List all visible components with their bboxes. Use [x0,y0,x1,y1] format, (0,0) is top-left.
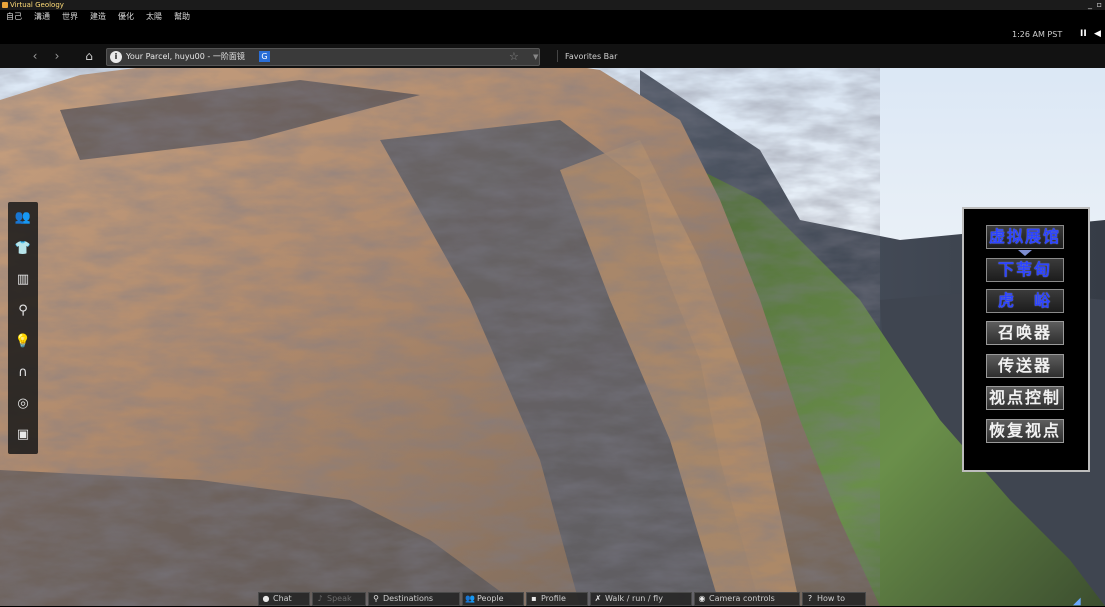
menu-bar: 自己 溝通 世界 建造 優化 太陽 幫助 1:26 AM PST II ◀ [0,10,1105,44]
chevron-down-icon[interactable]: ▼ [533,49,538,65]
divider [557,50,558,62]
shirt-icon[interactable]: 👕 [8,235,38,263]
menu-item-self[interactable]: 自己 [6,10,22,23]
info-icon[interactable]: i [110,51,122,63]
people-label: People [477,594,504,603]
menu-item-sun[interactable]: 太陽 [146,10,162,23]
sound-wave-icon[interactable]: ◢ [1073,596,1081,607]
back-button[interactable]: ‹ [26,48,44,64]
menu-item-communicate[interactable]: 溝通 [34,10,50,23]
parcel-name: Your Parcel, huyu00 - 一阶面镜 [126,52,245,61]
window-title: Virtual Geology [10,1,64,9]
how-to-button[interactable]: ? How to [802,592,866,606]
walk-run-fly-button[interactable]: ✗ Walk / run / fly [590,592,692,606]
eye-icon: ◉ [698,594,706,603]
bottom-toolbar: ● Chat ♪ Speak ⚲ Destinations 👥 People ▪ Prof… [258,591,866,606]
3d-viewport[interactable] [0,0,1105,606]
window-controls[interactable]: _ ▫ [1088,0,1103,10]
chat-icon: ● [262,594,270,603]
window-title-bar: Virtual Geology _ ▫ [0,0,1105,10]
hud-button-xiaweidian[interactable]: 下苇甸 [986,258,1064,282]
hud-button-huyu[interactable]: 虎 峪 [986,289,1064,313]
light-icon[interactable]: 💡 [8,328,38,356]
navigation-bar: ‹ › ⌂ i Your Parcel, huyu00 - 一阶面镜 G ☆ ▼… [0,44,1105,68]
location-bar[interactable]: i Your Parcel, huyu00 - 一阶面镜 G ☆ ▼ [106,48,540,66]
destinations-button[interactable]: ⚲ Destinations [368,592,460,606]
chat-label: Chat [273,594,292,603]
headset-icon[interactable]: ∩ [8,359,38,387]
camera-label: Camera controls [709,594,775,603]
map-icon[interactable]: ▥ [8,266,38,294]
favorites-bar[interactable]: Favorites Bar [565,52,617,61]
search-icon[interactable]: ⚲ [8,297,38,325]
hud-button-teleporter[interactable]: 传送器 [986,354,1064,378]
left-toolbar: 👥 👕 ▥ ⚲ 💡 ∩ ◎ ▣ [8,202,38,454]
menu-item-optimize[interactable]: 優化 [118,10,134,23]
chinese-hud-panel: 虚拟展馆 下苇甸 虎 峪 召唤器 传送器 视点控制 恢复视点 [962,207,1090,472]
hud-button-summoner[interactable]: 召唤器 [986,321,1064,345]
profile-button[interactable]: ▪ Profile [526,592,588,606]
star-icon[interactable]: ☆ [509,49,519,65]
hud-button-virtual-museum[interactable]: 虚拟展馆 [986,225,1064,249]
chat-button[interactable]: ● Chat [258,592,310,606]
app-icon [2,2,8,8]
speak-label: Speak [327,594,352,603]
menu-item-world[interactable]: 世界 [62,10,78,23]
hud-button-view-control[interactable]: 视点控制 [986,386,1064,410]
people-icon[interactable]: 👥 [8,204,38,232]
destinations-label: Destinations [383,594,434,603]
people-button[interactable]: 👥 People [462,592,524,606]
pause-icon[interactable]: II [1080,29,1087,39]
walk-icon: ✗ [594,594,602,603]
profile-icon: ▪ [531,594,537,603]
menu-items: 自己 溝通 世界 建造 優化 太陽 幫助 [6,10,202,23]
radio-icon[interactable]: ◎ [8,390,38,418]
chevron-down-icon [1018,250,1032,256]
home-icon[interactable]: ⌂ [80,48,98,64]
mic-icon: ♪ [317,594,323,603]
hud-button-reset-view[interactable]: 恢复视点 [986,419,1064,443]
speak-button[interactable]: ♪ Speak [312,592,366,606]
volume-icon[interactable]: ◀ [1094,29,1101,39]
forward-button[interactable]: › [48,48,66,64]
parcel-badge: G [259,51,270,62]
menu-item-build[interactable]: 建造 [90,10,106,23]
camera-icon[interactable]: ▣ [8,421,38,449]
menu-item-help[interactable]: 幫助 [174,10,190,23]
walk-label: Walk / run / fly [605,594,663,603]
clock: 1:26 AM PST [1012,30,1063,39]
location-pin-icon: ⚲ [373,594,379,603]
people-icon: 👥 [465,594,475,603]
help-icon: ? [807,594,813,603]
profile-label: Profile [541,594,566,603]
camera-controls-button[interactable]: ◉ Camera controls [694,592,800,606]
howto-label: How to [817,594,846,603]
